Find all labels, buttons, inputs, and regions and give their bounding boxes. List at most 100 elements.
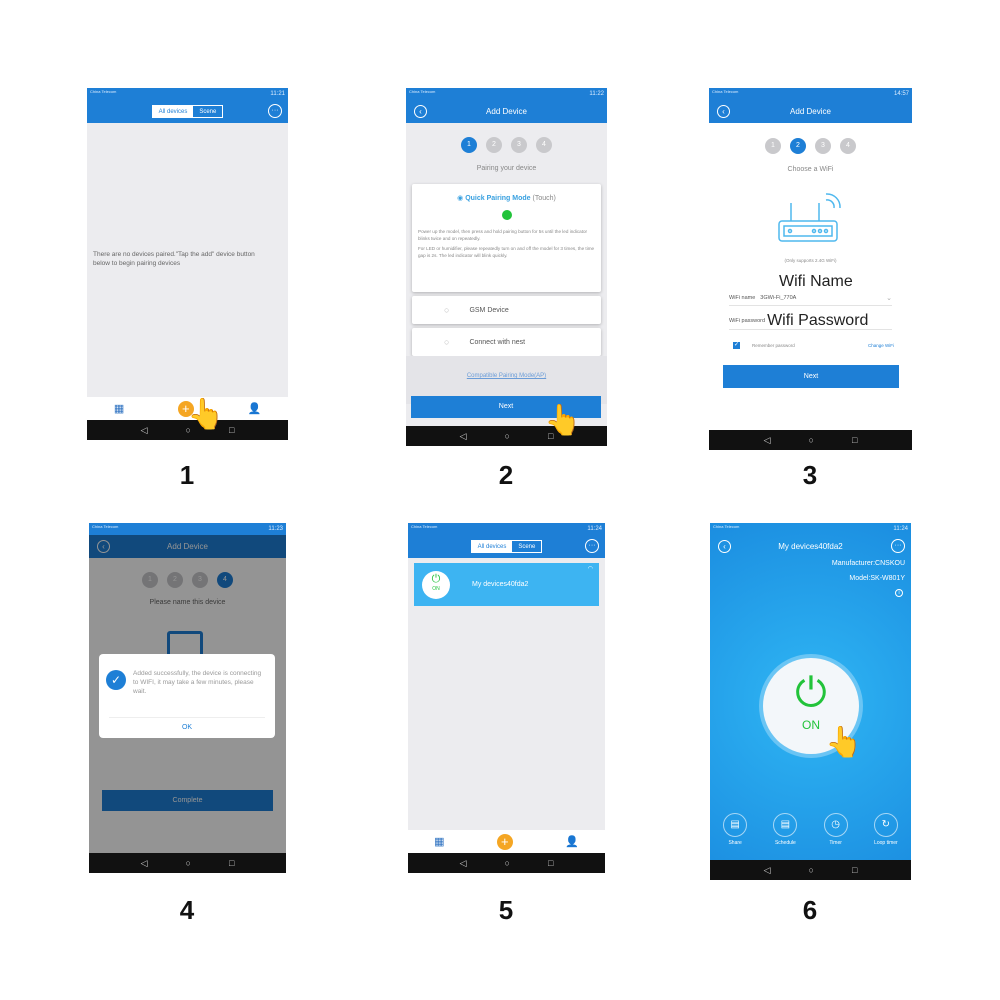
- nav-back-icon[interactable]: ◁: [141, 858, 148, 869]
- phone-screen-6: China Telecom 11:24 ‹ My devices40fda2 ··· …: [710, 523, 911, 880]
- more-icon[interactable]: ···: [585, 539, 599, 553]
- clock: 11:24: [893, 526, 908, 532]
- devices-grid-icon[interactable]: ▦: [434, 835, 444, 848]
- share-button[interactable]: ▤ Share: [723, 813, 748, 846]
- device-scene-toggle[interactable]: All devices Scene: [151, 105, 224, 118]
- success-dialog: ✓ Added successfully, the device is conn…: [99, 654, 275, 738]
- dialog-message: Added successfully, the device is connec…: [133, 670, 262, 695]
- nav-recent-icon[interactable]: □: [229, 425, 234, 435]
- nest-option[interactable]: ○ Connect with nest: [412, 328, 601, 356]
- scene-tab[interactable]: Scene: [193, 106, 222, 117]
- radio[interactable]: ○: [444, 305, 449, 315]
- next-button[interactable]: Next: [723, 365, 899, 388]
- radio-selected[interactable]: ◉: [457, 195, 465, 202]
- header: ‹ Add Device: [406, 100, 607, 123]
- remember-label: Remember password: [752, 343, 795, 348]
- status-bar: China Telecom 14:57: [709, 88, 912, 100]
- device-scene-toggle[interactable]: All devices Scene: [470, 540, 543, 553]
- clock: 11:21: [270, 91, 285, 97]
- nav-recent-icon[interactable]: □: [852, 435, 857, 445]
- led-indicator: [501, 210, 512, 220]
- devices-grid-icon[interactable]: ▦: [114, 402, 124, 415]
- nav-back-icon[interactable]: ◁: [460, 431, 467, 442]
- chevron-down-icon[interactable]: ⌄: [886, 294, 892, 302]
- nav-home-icon[interactable]: ○: [809, 435, 814, 445]
- nav-home-icon[interactable]: ○: [505, 431, 510, 441]
- more-icon[interactable]: ···: [891, 539, 905, 553]
- device-power-toggle[interactable]: ⏻ ON: [422, 570, 450, 599]
- nav-home-icon[interactable]: ○: [186, 858, 191, 868]
- field-label: WiFi password: [729, 317, 766, 324]
- loop-timer-button[interactable]: ↻ Loop timer: [873, 813, 898, 846]
- profile-icon[interactable]: 👤: [565, 835, 579, 848]
- schedule-button[interactable]: ▤ Schedule: [773, 813, 798, 846]
- nav-recent-icon[interactable]: □: [229, 858, 234, 868]
- pointer-hand-icon: 👆: [544, 404, 582, 437]
- change-wifi-link[interactable]: Change WiFi: [868, 343, 894, 348]
- nav-back-icon[interactable]: ◁: [764, 435, 771, 446]
- device-state: ON: [432, 585, 440, 592]
- phone-screen-5: China Telecom 11:24 All devices Scene ··· …: [408, 523, 605, 873]
- clock: 11:22: [589, 91, 604, 97]
- action-label: Share: [728, 840, 742, 846]
- quick-pairing-option[interactable]: ◉ Quick Pairing Mode (Touch) Power up th…: [412, 184, 601, 292]
- step: 1: [461, 137, 477, 153]
- status-bar: China Telecom 11:24: [408, 523, 605, 535]
- nav-bar: ◁ ○ □: [709, 430, 912, 450]
- step: 4: [536, 137, 552, 153]
- device-name: My devices40fda2: [472, 581, 529, 588]
- add-device-button[interactable]: +: [496, 833, 513, 850]
- step-label: 4: [179, 895, 195, 925]
- nav-back-icon[interactable]: ◁: [764, 865, 771, 876]
- model: Model:SK-W801Y: [849, 575, 905, 582]
- share-icon: ▤: [723, 813, 748, 837]
- nav-home-icon[interactable]: ○: [505, 858, 510, 868]
- nav-recent-icon[interactable]: □: [852, 865, 857, 875]
- scene-tab[interactable]: Scene: [512, 541, 541, 552]
- nav-back-icon[interactable]: ◁: [141, 425, 148, 436]
- nav-back-icon[interactable]: ◁: [460, 858, 467, 869]
- device-card[interactable]: ⏻ ON My devices40fda2 ◠: [414, 563, 599, 606]
- remember-checkbox[interactable]: ✓: [733, 342, 740, 349]
- ok-button[interactable]: OK: [109, 717, 265, 731]
- wifi-name-value: 3GWi-Fi_770A: [760, 294, 797, 301]
- all-devices-tab[interactable]: All devices: [471, 541, 513, 552]
- carrier: China Telecom: [92, 524, 119, 529]
- router-icon: [778, 193, 841, 242]
- alarm-clock-icon: ◷: [823, 813, 848, 837]
- gsm-option[interactable]: ○ GSM Device: [412, 296, 601, 324]
- clock: 11:24: [587, 526, 602, 532]
- option-title: Quick Pairing Mode: [465, 195, 531, 202]
- stepper: 1234: [406, 137, 607, 153]
- more-icon[interactable]: ···: [268, 104, 282, 118]
- timer-button[interactable]: ◷ Timer: [823, 813, 848, 846]
- wifi-password-field[interactable]: WiFi password Wifi Password: [729, 312, 892, 330]
- header: All devices Scene ···: [408, 535, 605, 558]
- page-title: Add Device: [790, 107, 831, 116]
- back-icon[interactable]: ‹: [718, 540, 731, 553]
- manufacturer: Manufacturer:CNSKOU: [831, 560, 905, 567]
- header: ‹ Add Device: [709, 100, 912, 123]
- radio[interactable]: ○: [444, 337, 449, 347]
- all-devices-tab[interactable]: All devices: [152, 106, 194, 117]
- step-label: 2: [498, 460, 514, 490]
- back-icon[interactable]: ‹: [717, 105, 730, 118]
- wifi-name-field[interactable]: WiFi name 3GWi-Fi_770A ⌄: [729, 290, 892, 306]
- nav-bar: ◁ ○ □: [89, 853, 286, 873]
- nav-bar: ◁ ○ □: [710, 860, 911, 880]
- step: 1: [765, 138, 781, 154]
- back-icon[interactable]: ‹: [414, 105, 427, 118]
- status-bar: China Telecom 11:24: [710, 523, 911, 535]
- pointer-hand-icon: 👆: [187, 398, 225, 431]
- profile-icon[interactable]: 👤: [247, 402, 261, 415]
- nav-recent-icon[interactable]: □: [548, 858, 553, 868]
- loop-clock-icon: ↻: [873, 813, 898, 837]
- step: 4: [840, 138, 856, 154]
- nav-home-icon[interactable]: ○: [809, 865, 814, 875]
- carrier: China Telecom: [409, 89, 436, 94]
- page-title: My devices40fda2: [778, 542, 843, 551]
- tab-bar: ▦ + 👤: [408, 830, 605, 853]
- compatible-mode-link[interactable]: Compatible Pairing Mode(AP): [406, 373, 607, 379]
- info-icon[interactable]: i: [895, 589, 903, 597]
- step: 2: [790, 138, 806, 154]
